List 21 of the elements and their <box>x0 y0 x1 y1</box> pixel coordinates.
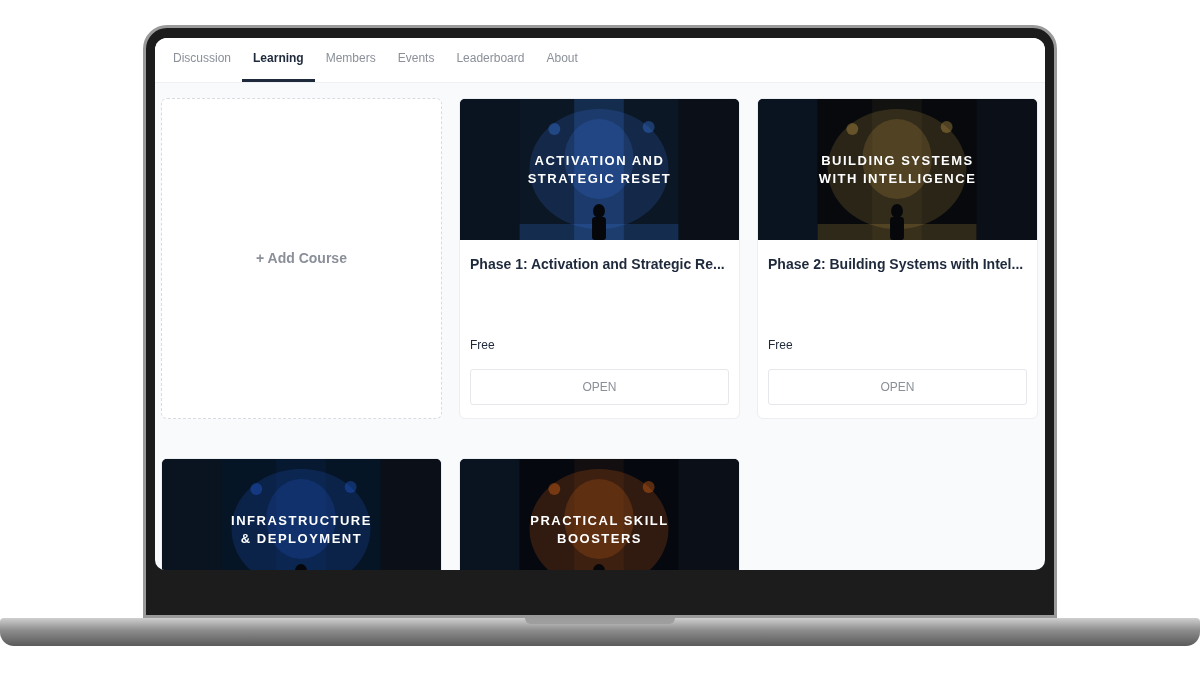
course-price: Free <box>470 337 496 354</box>
cover-title: BUILDING SYSTEMS <box>821 151 974 170</box>
tab[interactable]: Discussion <box>162 38 243 82</box>
cover-title: WITH INTELLIGENCE <box>818 169 977 188</box>
tab[interactable]: About <box>535 38 589 82</box>
course-title: Phase 2: Building Systems with Intel... <box>768 255 1025 274</box>
course-title: Phase 1: Activation and Strategic Re... <box>470 255 726 274</box>
cover-title: BOOSTERS <box>557 529 642 548</box>
cover-title: STRATEGIC RESET <box>527 169 672 188</box>
open-button[interactable]: OPEN <box>470 369 729 405</box>
open-button[interactable]: OPEN <box>768 369 1027 405</box>
cover-title: ACTIVATION AND <box>534 151 665 170</box>
tab[interactable]: Learning <box>242 38 315 82</box>
course-price: Free <box>768 337 794 354</box>
cover-title: & DEPLOYMENT <box>240 529 363 548</box>
tab[interactable]: Leaderboard <box>445 38 536 82</box>
cover-title: PRACTICAL SKILL <box>530 511 669 530</box>
cover-title: INFRASTRUCTURE <box>231 511 372 530</box>
tab[interactable]: Members <box>314 38 387 82</box>
tab[interactable]: Events <box>386 38 446 82</box>
add-course-card[interactable]: + Add Course <box>161 98 442 419</box>
